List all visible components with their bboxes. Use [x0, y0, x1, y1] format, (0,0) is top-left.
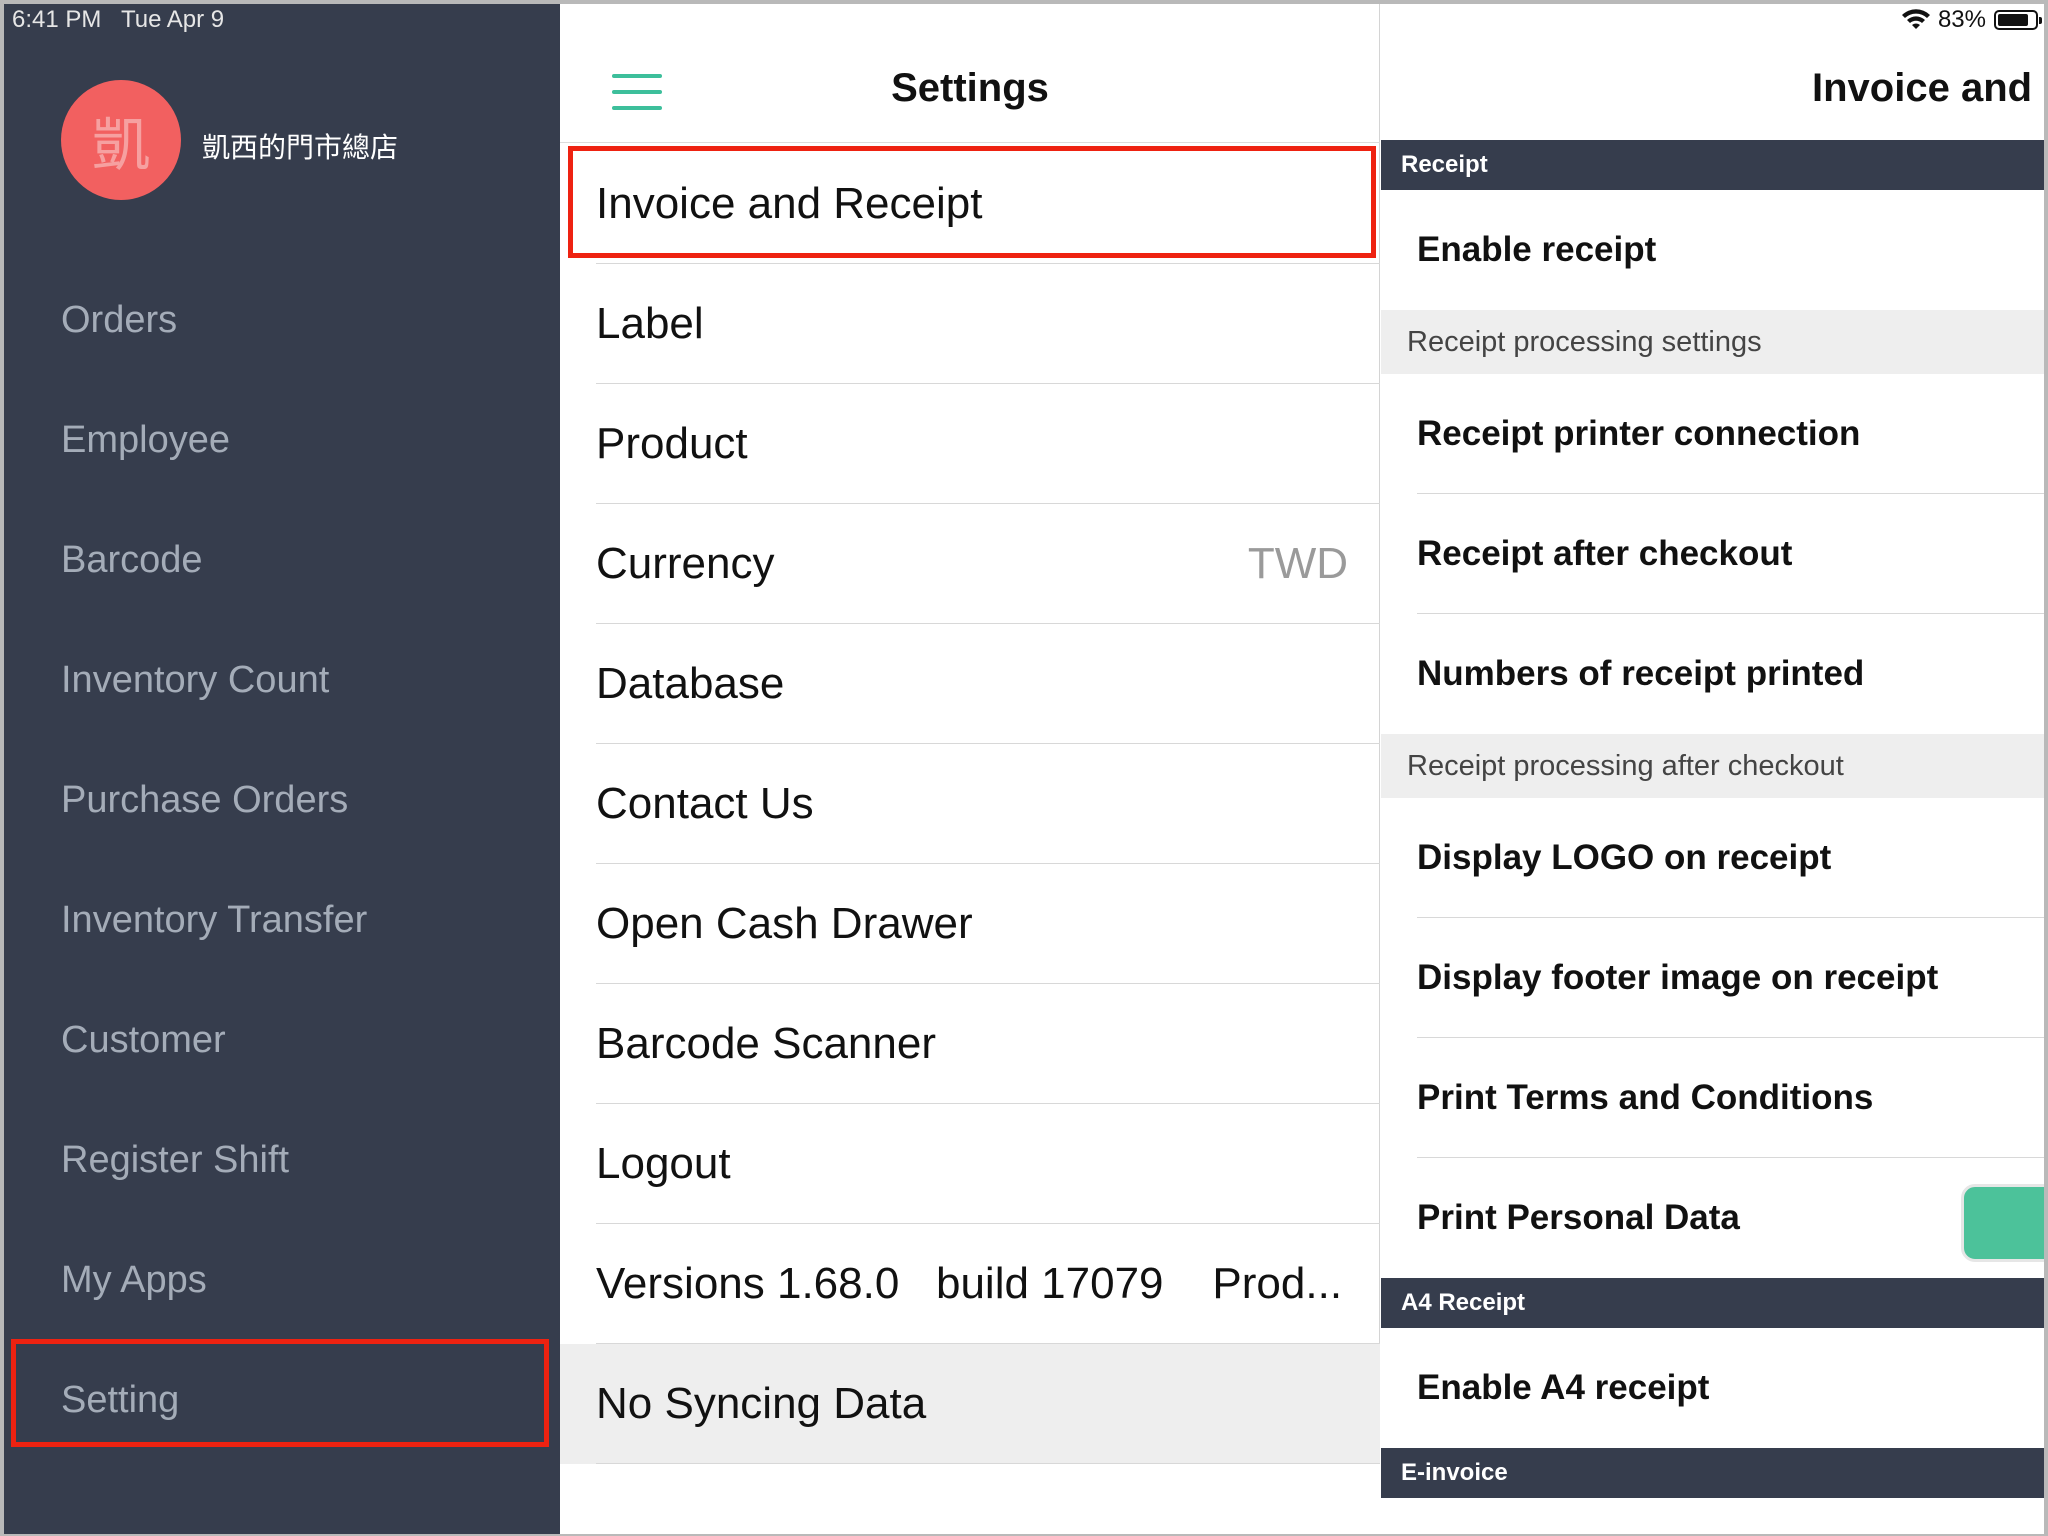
status-time-date: 6:41 PM Tue Apr 9 — [12, 6, 224, 34]
selection-highlight-invoice — [568, 146, 1376, 258]
selection-highlight-setting — [11, 1339, 549, 1447]
status-time: 6:41 PM — [12, 6, 102, 33]
currency-value: TWD — [1247, 539, 1348, 588]
row-print-terms[interactable]: Print Terms and Conditions — [1381, 1038, 2044, 1158]
section-header-einvoice: E-invoice — [1381, 1448, 2044, 1498]
battery-icon — [1994, 10, 2042, 30]
settings-title: Settings — [891, 66, 1049, 110]
section-header-processing: Receipt processing settings — [1381, 310, 2044, 374]
settings-item-barcode-scanner[interactable]: Barcode Scanner — [560, 984, 1380, 1104]
store-name[interactable]: 凱西的門市總店 — [202, 126, 398, 166]
section-header-a4: A4 Receipt — [1381, 1278, 2044, 1328]
settings-item-product[interactable]: Product — [560, 384, 1380, 504]
settings-item-label: Product — [596, 419, 748, 468]
sidebar-item-customer[interactable]: Customer — [61, 1017, 226, 1063]
versions-text: Versions 1.68.0 build 17079 Prod... — [596, 1259, 1343, 1308]
battery-percent: 83% — [1937, 6, 1986, 33]
sidebar-item-orders[interactable]: Orders — [61, 297, 177, 343]
settings-panel: Settings Invoice and Receipt Label Produ… — [560, 4, 1380, 1534]
status-date: Tue Apr 9 — [120, 6, 225, 33]
sidebar-item-employee[interactable]: Employee — [61, 417, 230, 463]
wifi-icon — [1901, 9, 1930, 29]
section-header-after-checkout: Receipt processing after checkout — [1381, 734, 2044, 798]
sidebar-item-inventory-count[interactable]: Inventory Count — [61, 657, 329, 703]
settings-item-database[interactable]: Database — [560, 624, 1380, 744]
avatar[interactable]: 凱 — [61, 80, 181, 200]
settings-item-contact-us[interactable]: Contact Us — [560, 744, 1380, 864]
header-divider — [560, 142, 1380, 143]
settings-item-label: Barcode Scanner — [596, 1019, 936, 1068]
sidebar-item-purchase-orders[interactable]: Purchase Orders — [61, 777, 348, 823]
sidebar-item-my-apps[interactable]: My Apps — [61, 1257, 207, 1303]
row-print-personal-data[interactable]: Print Personal Data — [1381, 1158, 2044, 1278]
status-right: 83% — [1901, 6, 2042, 34]
settings-item-label: Currency — [596, 539, 775, 588]
sidebar-item-barcode[interactable]: Barcode — [61, 537, 203, 583]
row-display-footer-image[interactable]: Display footer image on receipt — [1381, 918, 2044, 1038]
detail-panel: 83% Invoice and R Receipt Enable receipt… — [1381, 4, 2044, 1534]
row-enable-a4-receipt[interactable]: Enable A4 receipt — [1381, 1328, 2044, 1448]
sidebar-item-register-shift[interactable]: Register Shift — [61, 1137, 289, 1183]
row-numbers-of-receipt-printed[interactable]: Numbers of receipt printed — [1381, 614, 2044, 734]
settings-item-label: Open Cash Drawer — [596, 899, 973, 948]
sync-status-row[interactable]: No Syncing Data — [560, 1344, 1380, 1464]
app-window: 6:41 PM Tue Apr 9 凱 凱西的門市總店 Orders Emplo… — [4, 4, 2044, 1534]
row-receipt-printer-connection[interactable]: Receipt printer connection — [1381, 374, 2044, 494]
settings-item-currency[interactable]: Currency TWD — [560, 504, 1380, 624]
settings-item-versions: Versions 1.68.0 build 17079 Prod... — [560, 1224, 1380, 1344]
settings-item-label: Contact Us — [596, 779, 814, 828]
settings-item-label: Logout — [596, 1139, 731, 1188]
row-display-logo[interactable]: Display LOGO on receipt — [1381, 798, 2044, 918]
row-enable-receipt[interactable]: Enable receipt — [1381, 190, 2044, 310]
settings-item-logout[interactable]: Logout — [560, 1104, 1380, 1224]
detail-title: Invoice and R — [1812, 66, 2044, 110]
section-header-receipt: Receipt — [1381, 140, 2044, 190]
settings-item-label: Database — [596, 659, 785, 708]
settings-item-open-cash-drawer[interactable]: Open Cash Drawer — [560, 864, 1380, 984]
settings-item-label: Label — [596, 299, 704, 348]
row-receipt-after-checkout[interactable]: Receipt after checkout — [1381, 494, 2044, 614]
settings-item-label[interactable]: Label — [560, 264, 1380, 384]
print-personal-data-toggle[interactable] — [1961, 1184, 2044, 1262]
sidebar: 6:41 PM Tue Apr 9 凱 凱西的門市總店 Orders Emplo… — [4, 4, 560, 1534]
sync-status-text: No Syncing Data — [596, 1379, 927, 1428]
sidebar-item-inventory-transfer[interactable]: Inventory Transfer — [61, 897, 367, 943]
